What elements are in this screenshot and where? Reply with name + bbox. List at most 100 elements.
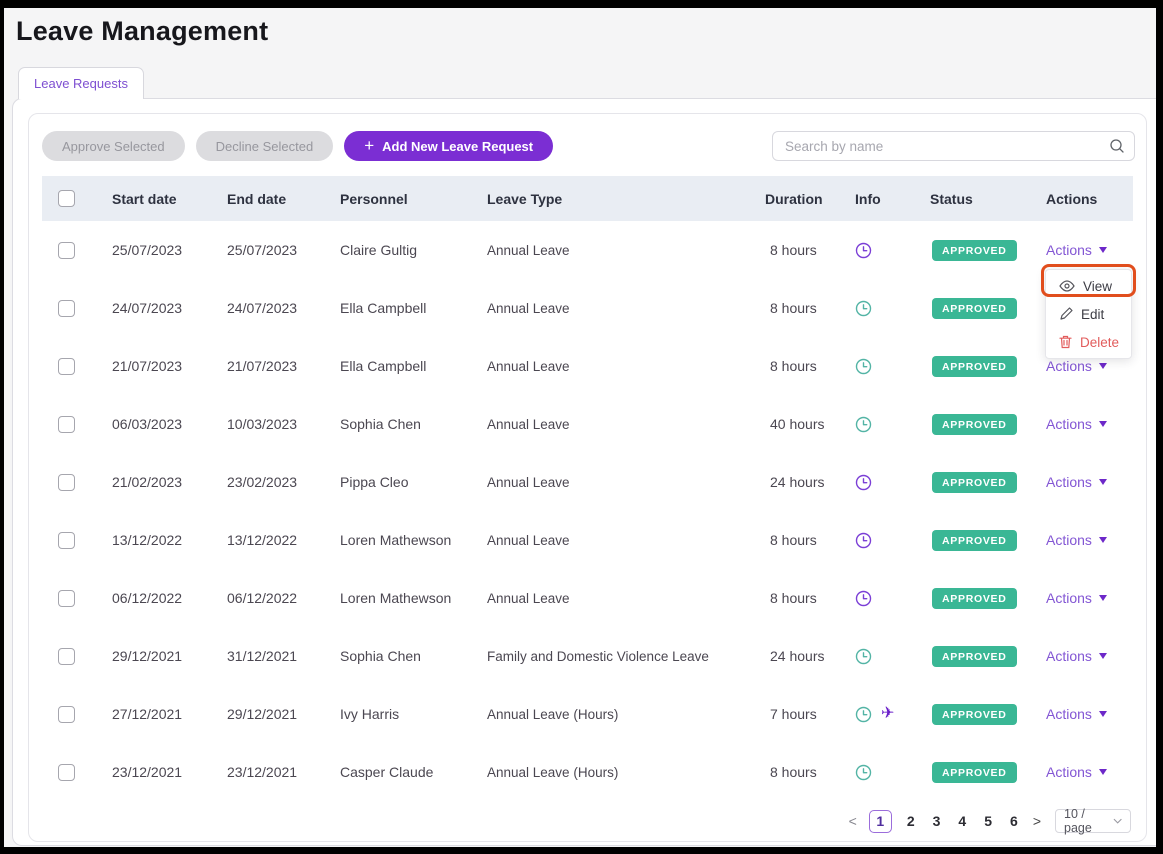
row-actions-button[interactable]: Actions <box>1046 532 1107 548</box>
cell-start-date: 25/07/2023 <box>112 242 227 258</box>
row-actions-button[interactable]: Actions <box>1046 648 1107 664</box>
cell-status: APPROVED <box>930 298 1046 319</box>
cell-info[interactable] <box>855 242 930 259</box>
caret-down-icon <box>1099 595 1107 601</box>
column-header-info: Info <box>855 191 930 207</box>
table-body: 25/07/202325/07/2023Claire GultigAnnual … <box>42 221 1133 801</box>
cell-end-date: 31/12/2021 <box>227 648 340 664</box>
cell-start-date: 13/12/2022 <box>112 532 227 548</box>
row-actions-button[interactable]: Actions <box>1046 242 1107 258</box>
status-badge: APPROVED <box>932 704 1017 725</box>
table-row: 27/12/202129/12/2021Ivy HarrisAnnual Lea… <box>42 685 1133 743</box>
column-header-leave-type: Leave Type <box>487 191 765 207</box>
clock-icon <box>855 416 872 433</box>
cell-info[interactable] <box>855 648 930 665</box>
row-actions-button[interactable]: Actions <box>1046 706 1107 722</box>
pagination-page-4[interactable]: 4 <box>955 813 969 829</box>
cell-info[interactable] <box>855 764 930 781</box>
cell-start-date: 27/12/2021 <box>112 706 227 722</box>
menu-item-edit[interactable]: Edit <box>1046 300 1131 328</box>
cell-personnel: Pippa Cleo <box>340 474 487 490</box>
cell-duration: 7 hours <box>765 706 855 722</box>
row-checkbox[interactable] <box>58 648 75 665</box>
cell-leave-type: Annual Leave <box>487 591 765 606</box>
status-badge: APPROVED <box>932 414 1017 435</box>
page-size-value: 10 / page <box>1064 807 1113 835</box>
cell-duration: 24 hours <box>765 648 855 664</box>
pencil-icon <box>1059 307 1073 321</box>
cell-info[interactable] <box>855 474 930 491</box>
status-badge: APPROVED <box>932 298 1017 319</box>
cell-leave-type: Annual Leave <box>487 359 765 374</box>
cell-end-date: 23/02/2023 <box>227 474 340 490</box>
caret-down-icon <box>1099 711 1107 717</box>
cell-info[interactable] <box>855 416 930 433</box>
cell-info[interactable] <box>855 590 930 607</box>
tab-label: Leave Requests <box>34 76 128 91</box>
cell-info[interactable] <box>855 532 930 549</box>
tab-content-panel: Approve Selected Decline Selected + Add … <box>12 98 1156 846</box>
row-checkbox[interactable] <box>58 532 75 549</box>
menu-item-delete[interactable]: Delete <box>1046 328 1131 356</box>
page-size-select[interactable]: 10 / page <box>1055 809 1131 833</box>
cell-end-date: 21/07/2023 <box>227 358 340 374</box>
search-input[interactable] <box>772 131 1135 161</box>
select-all-checkbox[interactable] <box>58 190 75 207</box>
row-checkbox[interactable] <box>58 242 75 259</box>
cell-status: APPROVED <box>930 762 1046 783</box>
approve-selected-button[interactable]: Approve Selected <box>42 131 185 161</box>
pagination-page-3[interactable]: 3 <box>930 813 944 829</box>
pagination-page-1[interactable]: 1 <box>869 810 892 833</box>
decline-selected-button[interactable]: Decline Selected <box>196 131 334 161</box>
cell-start-date: 06/12/2022 <box>112 590 227 606</box>
caret-down-icon <box>1099 653 1107 659</box>
column-header-start-date: Start date <box>112 191 227 207</box>
row-checkbox[interactable] <box>58 416 75 433</box>
cell-info[interactable]: ✈ <box>855 706 930 723</box>
status-badge: APPROVED <box>932 472 1017 493</box>
row-checkbox[interactable] <box>58 590 75 607</box>
column-header-personnel: Personnel <box>340 191 487 207</box>
caret-down-icon <box>1099 769 1107 775</box>
chevron-down-icon <box>1113 818 1122 824</box>
row-actions-button[interactable]: Actions <box>1046 590 1107 606</box>
trash-icon <box>1059 335 1072 349</box>
cell-personnel: Loren Mathewson <box>340 532 487 548</box>
clock-icon <box>855 242 872 259</box>
row-actions-button[interactable]: Actions <box>1046 764 1107 780</box>
toolbar: Approve Selected Decline Selected + Add … <box>42 131 553 161</box>
cell-personnel: Casper Claude <box>340 764 487 780</box>
pagination-next-icon[interactable]: > <box>1031 813 1043 829</box>
cell-info[interactable] <box>855 358 930 375</box>
caret-down-icon <box>1099 363 1107 369</box>
row-checkbox[interactable] <box>58 474 75 491</box>
pagination-page-2[interactable]: 2 <box>904 813 918 829</box>
menu-item-view[interactable]: View <box>1046 272 1131 300</box>
row-actions-button[interactable]: Actions <box>1046 416 1107 432</box>
pagination-prev-icon[interactable]: < <box>847 813 859 829</box>
cell-info[interactable] <box>855 300 930 317</box>
plus-icon: + <box>364 137 374 154</box>
add-new-leave-request-button[interactable]: + Add New Leave Request <box>344 131 553 161</box>
pagination-page-5[interactable]: 5 <box>981 813 995 829</box>
row-checkbox[interactable] <box>58 300 75 317</box>
caret-down-icon <box>1099 537 1107 543</box>
cell-duration: 8 hours <box>765 764 855 780</box>
cell-duration: 8 hours <box>765 300 855 316</box>
clock-icon <box>855 590 872 607</box>
row-checkbox[interactable] <box>58 764 75 781</box>
cell-duration: 8 hours <box>765 242 855 258</box>
cell-duration: 8 hours <box>765 590 855 606</box>
column-header-actions: Actions <box>1046 191 1133 207</box>
table-row: 06/03/202310/03/2023Sophia ChenAnnual Le… <box>42 395 1133 453</box>
cell-status: APPROVED <box>930 704 1046 725</box>
row-actions-button[interactable]: Actions <box>1046 358 1107 374</box>
tab-leave-requests[interactable]: Leave Requests <box>18 67 144 99</box>
row-checkbox[interactable] <box>58 358 75 375</box>
table-row: 21/02/202323/02/2023Pippa CleoAnnual Lea… <box>42 453 1133 511</box>
cell-start-date: 23/12/2021 <box>112 764 227 780</box>
row-checkbox[interactable] <box>58 706 75 723</box>
row-actions-button[interactable]: Actions <box>1046 474 1107 490</box>
search-icon[interactable] <box>1109 138 1125 159</box>
pagination-page-6[interactable]: 6 <box>1007 813 1021 829</box>
